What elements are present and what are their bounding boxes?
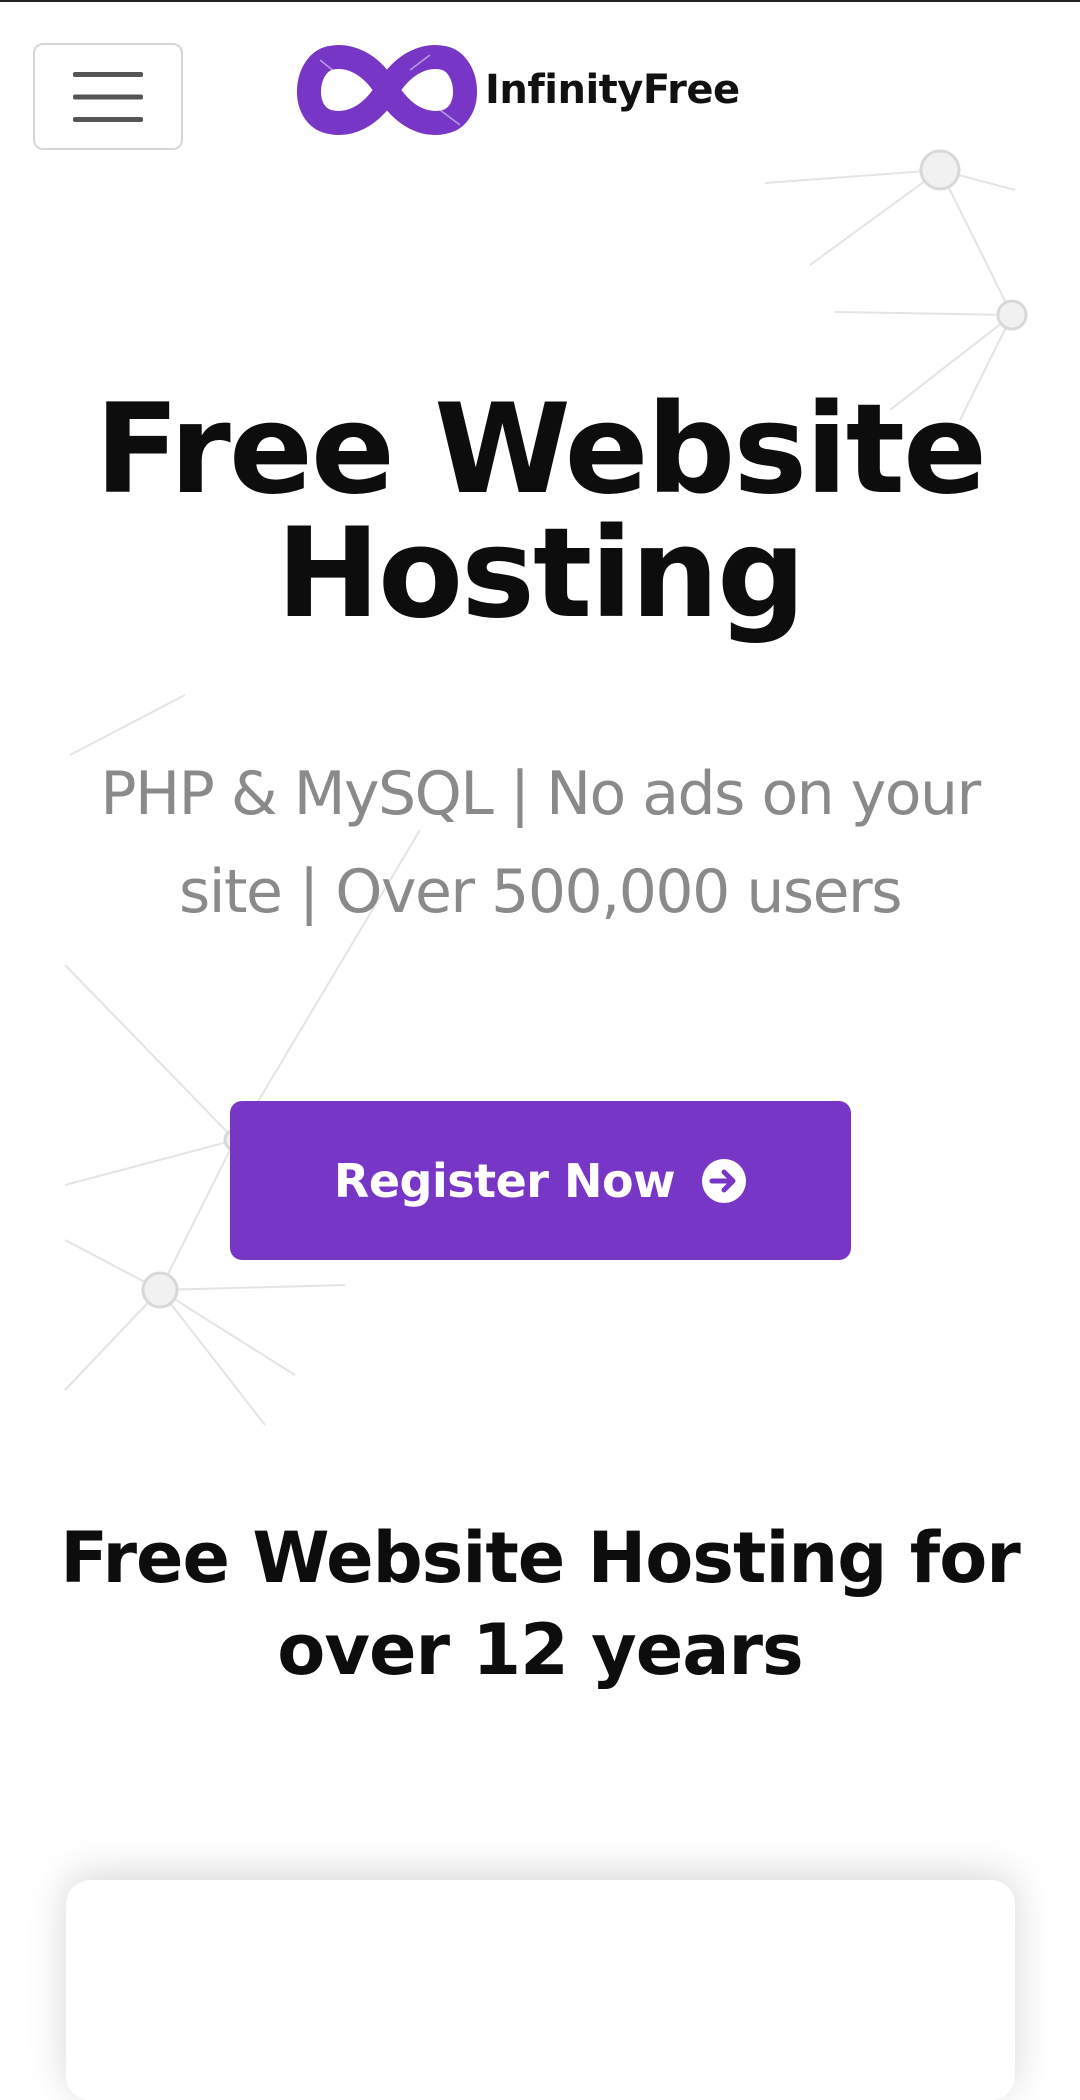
register-now-button[interactable]: Register Now — [230, 1101, 851, 1260]
infinity-logo-icon — [297, 45, 477, 135]
hero-title: Free Website Hosting — [94, 378, 987, 646]
brand-logo-link[interactable]: InfinityFree — [290, 40, 740, 140]
section-heading: Free Website Hosting for over 12 years — [60, 1517, 1021, 1691]
hamburger-menu-icon — [73, 71, 143, 122]
top-border — [0, 0, 1080, 2]
brand-name: InfinityFree — [485, 67, 740, 113]
menu-toggle-button[interactable] — [33, 43, 183, 150]
arrow-right-circle-icon — [702, 1158, 747, 1203]
register-now-label: Register Now — [333, 1153, 676, 1208]
feature-card — [66, 1880, 1015, 2100]
hero-subtitle: PHP & MySQL | No ads on your site | Over… — [100, 759, 981, 927]
